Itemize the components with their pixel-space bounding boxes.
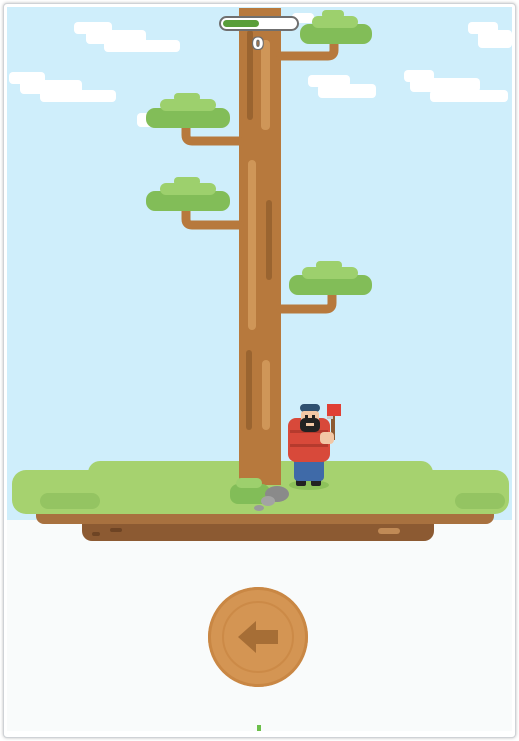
chop-left-button[interactable] <box>208 587 308 687</box>
timer-bar <box>219 16 299 31</box>
timer-fill <box>223 20 259 27</box>
branch-left-2 <box>146 177 244 230</box>
score-counter: 0 <box>252 34 264 53</box>
branch-right-low <box>276 261 372 314</box>
arrow-left-icon <box>238 621 278 653</box>
branch-left-1 <box>146 93 244 146</box>
bottom-marker <box>257 725 261 731</box>
tree-trunk <box>239 8 281 485</box>
